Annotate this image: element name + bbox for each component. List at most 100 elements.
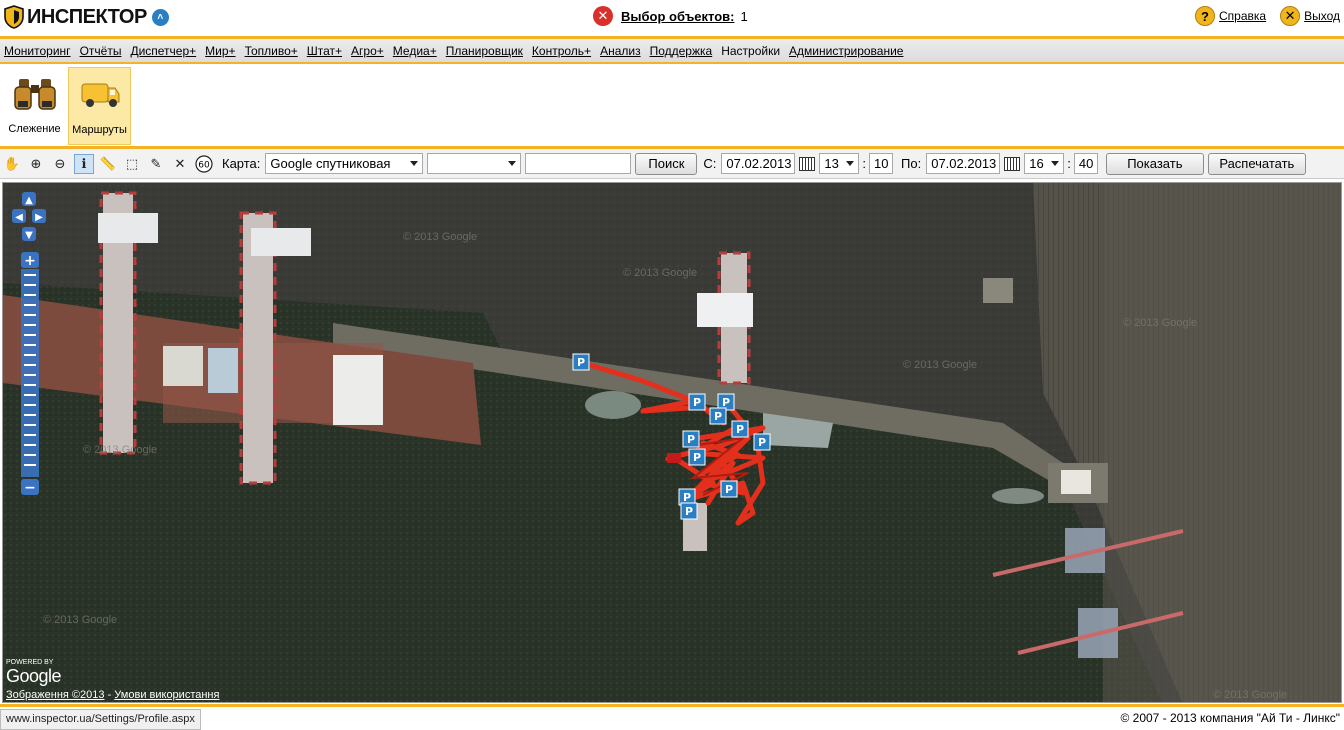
help-link[interactable]: ? Справка: [1195, 6, 1266, 26]
search-button[interactable]: Поиск: [635, 152, 698, 175]
from-hour-select[interactable]: 13: [819, 153, 860, 174]
print-button[interactable]: Распечатать: [1207, 152, 1306, 175]
map-zoom-slider[interactable]: + −: [20, 251, 40, 497]
menu-item-agro[interactable]: Агро+: [351, 44, 384, 58]
svg-text:60: 60: [198, 160, 210, 170]
menu-item-fuel[interactable]: Топливо+: [245, 44, 298, 58]
parking-marker[interactable]: P: [720, 480, 738, 498]
menu-item-staff[interactable]: Штат+: [307, 44, 342, 58]
footer-divider: [0, 704, 1344, 707]
calendar-icon[interactable]: [799, 156, 816, 171]
menu-item-dispatcher[interactable]: Диспетчер+: [130, 44, 196, 58]
parking-marker[interactable]: P: [709, 407, 727, 425]
calendar-icon[interactable]: [1004, 156, 1021, 171]
pan-hand-icon[interactable]: ✋: [2, 154, 22, 174]
svg-text:P: P: [693, 451, 701, 464]
clear-selection-icon[interactable]: ✕: [593, 6, 613, 26]
pan-down-button[interactable]: ▼: [22, 227, 36, 241]
parking-marker[interactable]: P: [688, 448, 706, 466]
menu-item-planner[interactable]: Планировщик: [446, 44, 523, 58]
google-logo: POWERED BY Google: [6, 659, 62, 686]
menu-item-support[interactable]: Поддержка: [650, 44, 713, 58]
main-menu: Мониторинг Отчёты Диспетчер+ Мир+ Топлив…: [0, 36, 1344, 64]
terms-link[interactable]: Умови використання: [114, 689, 219, 701]
parking-marker[interactable]: P: [688, 393, 706, 411]
menu-item-analysis[interactable]: Анализ: [600, 44, 641, 58]
shield-logo-icon: [4, 5, 24, 29]
menu-item-administration[interactable]: Администрирование: [789, 44, 903, 58]
exit-link[interactable]: ✕ Выход: [1280, 6, 1340, 26]
map-attribution: Зображення ©2013 - Умови використання: [6, 689, 220, 701]
object-selection-count: 1: [740, 8, 748, 24]
clear-icon[interactable]: ✕: [170, 154, 190, 174]
menu-item-settings[interactable]: Настройки: [721, 44, 780, 58]
map-type-label: Карта:: [222, 156, 261, 171]
svg-text:▼: ▼: [25, 230, 33, 241]
svg-text:P: P: [758, 436, 766, 449]
parking-marker[interactable]: P: [731, 420, 749, 438]
svg-text:▲: ▲: [25, 195, 33, 206]
zoom-in-icon[interactable]: ⊕: [26, 154, 46, 174]
chevron-down-icon: [410, 161, 419, 166]
delivery-truck-icon: [81, 83, 119, 107]
menu-item-reports[interactable]: Отчёты: [80, 44, 122, 58]
pencil-icon[interactable]: ✎: [146, 154, 166, 174]
from-date-input[interactable]: 07.02.2013: [721, 153, 796, 174]
chevron-down-icon: [508, 161, 517, 166]
help-icon: ?: [1195, 6, 1216, 26]
map-type-select[interactable]: Google спутниковая: [265, 153, 424, 174]
collapse-header-icon[interactable]: ˄: [151, 8, 169, 26]
satellite-map[interactable]: © 2013 Google © 2013 Google © 2013 Googl…: [2, 182, 1342, 703]
menu-item-monitoring[interactable]: Мониторинг: [4, 44, 71, 58]
svg-text:P: P: [683, 491, 691, 504]
app-header: ИНСПЕКТОР ˄ ✕ Выбор объектов: 1 ? Справк…: [0, 0, 1344, 36]
select-rectangle-icon[interactable]: ⬚: [122, 154, 142, 174]
svg-text:+: +: [24, 253, 36, 269]
parking-marker[interactable]: P: [753, 433, 771, 451]
status-url: www.inspector.ua/Settings/Profile.aspx: [0, 709, 201, 730]
map-pan-control[interactable]: ▲ ◀ ▶ ▼: [11, 191, 47, 245]
object-selection-link[interactable]: Выбор объектов:: [621, 9, 734, 24]
tracking-button[interactable]: Слежение: [3, 67, 66, 145]
to-minute-input[interactable]: 40: [1073, 153, 1098, 174]
parking-marker[interactable]: P: [680, 502, 698, 520]
app-name: ИНСПЕКТОР: [27, 5, 147, 28]
speed-limit-icon[interactable]: 60: [194, 154, 214, 174]
svg-text:P: P: [714, 410, 722, 423]
svg-text:P: P: [736, 423, 744, 436]
routes-button[interactable]: Маршруты: [68, 67, 131, 145]
svg-text:▶: ▶: [35, 212, 43, 223]
menu-item-control[interactable]: Контроль+: [532, 44, 591, 58]
zoom-in-button[interactable]: +: [21, 252, 39, 269]
pan-up-button[interactable]: ▲: [22, 192, 36, 206]
object-selection: ✕ Выбор объектов: 1: [593, 6, 748, 26]
to-hour-select[interactable]: 16: [1024, 153, 1065, 174]
svg-text:P: P: [725, 483, 733, 496]
svg-text:P: P: [577, 356, 585, 369]
app-logo[interactable]: ИНСПЕКТОР ˄: [4, 5, 169, 29]
info-icon[interactable]: ℹ: [74, 153, 94, 174]
map-layer-select[interactable]: [427, 153, 522, 174]
svg-text:◀: ◀: [15, 212, 23, 223]
address-search-input[interactable]: [525, 153, 632, 174]
zoom-out-icon[interactable]: ⊖: [50, 154, 70, 174]
parking-marker[interactable]: P: [682, 430, 700, 448]
menu-item-media[interactable]: Медиа+: [393, 44, 437, 58]
to-label: По:: [901, 156, 922, 171]
parking-marker[interactable]: P: [572, 353, 590, 371]
zoom-out-button[interactable]: −: [21, 479, 39, 496]
pan-left-button[interactable]: ◀: [12, 209, 26, 223]
menu-item-world[interactable]: Мир+: [205, 44, 235, 58]
header-actions: ? Справка ✕ Выход: [1181, 6, 1340, 26]
svg-text:P: P: [722, 396, 730, 409]
svg-text:P: P: [687, 433, 695, 446]
parking-markers: P P P P P P P P P P P: [572, 353, 771, 520]
svg-text:P: P: [693, 396, 701, 409]
to-date-input[interactable]: 07.02.2013: [926, 153, 1001, 174]
chevron-down-icon: [1051, 161, 1060, 166]
pan-right-button[interactable]: ▶: [32, 209, 46, 223]
from-minute-input[interactable]: 10: [869, 153, 894, 174]
show-button[interactable]: Показать: [1105, 152, 1204, 175]
ruler-icon[interactable]: 📏: [98, 154, 118, 174]
imagery-link[interactable]: Зображення ©2013: [6, 689, 105, 701]
